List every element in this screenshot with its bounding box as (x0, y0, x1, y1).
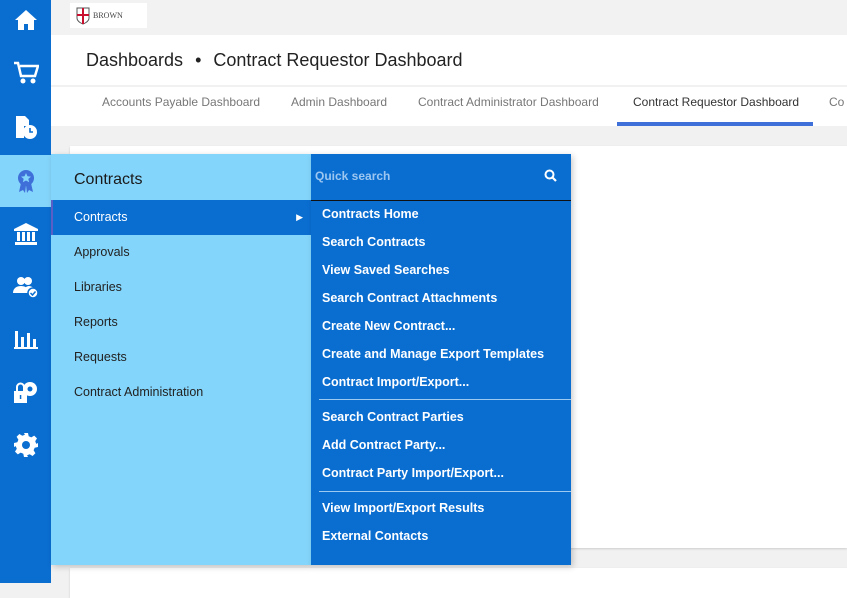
submenu-export-templates[interactable]: Create and Manage Export Templates (322, 347, 544, 361)
menu-item-label: Contracts (74, 210, 128, 224)
cart-icon[interactable] (0, 47, 51, 99)
menu-item-contracts[interactable]: Contracts ▶ (51, 200, 311, 235)
document-clock-icon[interactable] (0, 101, 51, 153)
award-icon[interactable] (0, 155, 51, 207)
top-bar: BROWN (51, 0, 847, 35)
menu-title: Contracts (74, 171, 143, 188)
brown-logo[interactable]: BROWN (70, 3, 147, 28)
submenu-divider (319, 491, 571, 492)
submenu-add-contract-party[interactable]: Add Contract Party... (322, 438, 445, 452)
submenu-search-contract-attachments[interactable]: Search Contract Attachments (322, 291, 497, 305)
menu-item-requests[interactable]: Requests (51, 340, 311, 375)
bar-chart-icon[interactable] (0, 313, 51, 365)
users-check-icon[interactable] (0, 261, 51, 313)
submenu-view-saved-searches[interactable]: View Saved Searches (322, 263, 450, 277)
page-header: Dashboards • Contract Requestor Dashboar… (51, 35, 847, 85)
dashboard-tabs: Accounts Payable Dashboard Admin Dashboa… (51, 87, 847, 126)
contracts-menu: Contracts Contracts ▶ Approvals Libraries… (51, 154, 311, 565)
submenu-create-new-contract[interactable]: Create New Contract... (322, 319, 455, 333)
menu-item-contract-administration[interactable]: Contract Administration (51, 375, 311, 410)
brown-shield-icon (76, 7, 90, 25)
tab-more[interactable]: Co (829, 87, 844, 126)
tab-contract-requestor[interactable]: Contract Requestor Dashboard (617, 87, 813, 126)
logo-text: BROWN (93, 11, 123, 20)
quick-search-input[interactable] (315, 166, 525, 186)
page-title: Contract Requestor Dashboard (213, 49, 463, 70)
submenu-contracts-home[interactable]: Contracts Home (322, 207, 419, 221)
submenu-search-contracts[interactable]: Search Contracts (322, 235, 426, 249)
menu-item-approvals[interactable]: Approvals (51, 235, 311, 270)
quick-search (311, 154, 571, 201)
tab-contract-administrator[interactable]: Contract Administrator Dashboard (418, 87, 599, 126)
search-icon[interactable] (544, 169, 557, 182)
menu-item-reports[interactable]: Reports (51, 305, 311, 340)
sidebar (0, 0, 51, 583)
dashboard-card-2 (70, 568, 847, 598)
contracts-submenu: Contracts Home Search Contracts View Sav… (311, 154, 571, 565)
gear-icon[interactable] (0, 419, 51, 471)
submenu-divider (319, 399, 571, 400)
submenu-contract-party-import-export[interactable]: Contract Party Import/Export... (322, 466, 504, 480)
breadcrumb-separator: • (195, 49, 202, 70)
submenu-view-import-export-results[interactable]: View Import/Export Results (322, 501, 484, 515)
caret-right-icon: ▶ (296, 212, 303, 222)
home-icon[interactable] (0, 0, 51, 46)
menu-item-libraries[interactable]: Libraries (51, 270, 311, 305)
lock-gear-icon[interactable] (0, 366, 51, 418)
submenu-contract-import-export[interactable]: Contract Import/Export... (322, 375, 469, 389)
submenu-search-contract-parties[interactable]: Search Contract Parties (322, 410, 464, 424)
tab-admin[interactable]: Admin Dashboard (291, 87, 387, 126)
tab-accounts-payable[interactable]: Accounts Payable Dashboard (102, 87, 260, 126)
breadcrumb-dashboards[interactable]: Dashboards (86, 50, 183, 71)
submenu-external-contacts[interactable]: External Contacts (322, 529, 428, 543)
bank-icon[interactable] (0, 208, 51, 260)
